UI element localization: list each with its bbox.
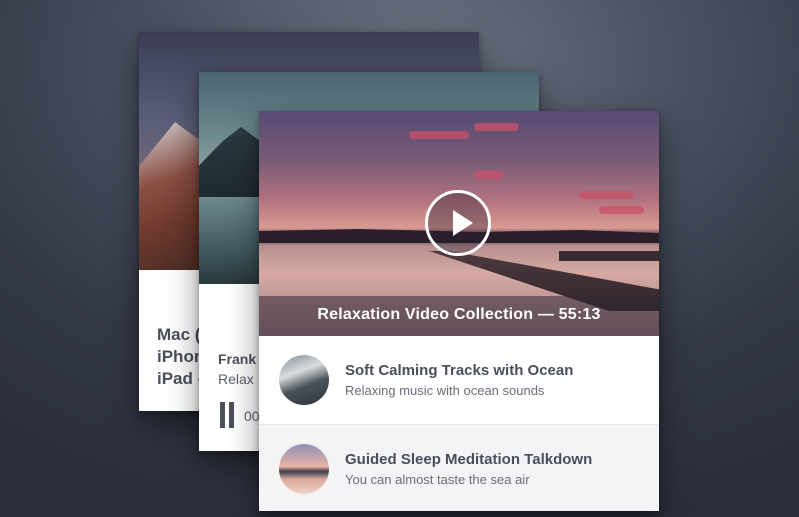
cloud-shape	[474, 171, 504, 179]
card-front[interactable]: Relaxation Video Collection — 55:13 Soft…	[259, 111, 659, 511]
track-item[interactable]: Guided Sleep Meditation Talkdown You can…	[259, 424, 659, 511]
sea-sunset-thumbnail-icon	[279, 444, 329, 494]
play-button[interactable]	[425, 190, 491, 256]
track-subtitle: You can almost taste the sea air	[345, 472, 530, 487]
pier-image	[559, 251, 659, 261]
pause-icon[interactable]	[220, 402, 234, 428]
play-icon	[453, 210, 473, 236]
track-subtitle: Relaxing music with ocean sounds	[345, 383, 545, 398]
cloud-shape	[409, 131, 469, 139]
video-caption: Relaxation Video Collection — 55:13	[317, 306, 601, 323]
card-middle-title: Frank	[218, 351, 257, 367]
track-item[interactable]: Soft Calming Tracks with Ocean Relaxing …	[259, 336, 659, 424]
cloud-shape	[599, 206, 644, 214]
track-title: Soft Calming Tracks with Ocean	[345, 362, 574, 379]
card-middle-time: 00	[244, 408, 260, 424]
cloud-shape	[579, 191, 634, 199]
card-back-line: iPhon	[157, 347, 205, 366]
video-hero[interactable]: Relaxation Video Collection — 55:13	[259, 111, 659, 336]
card-back-line: iPad -	[157, 369, 204, 388]
card-back-line: Mac (	[157, 325, 201, 344]
ocean-rocks-thumbnail-icon	[279, 355, 329, 405]
card-middle-subtitle: Relax	[218, 371, 254, 387]
cloud-shape	[474, 123, 519, 131]
card-back-title: Mac ( iPhon iPad -	[157, 324, 204, 390]
track-title: Guided Sleep Meditation Talkdown	[345, 451, 593, 468]
